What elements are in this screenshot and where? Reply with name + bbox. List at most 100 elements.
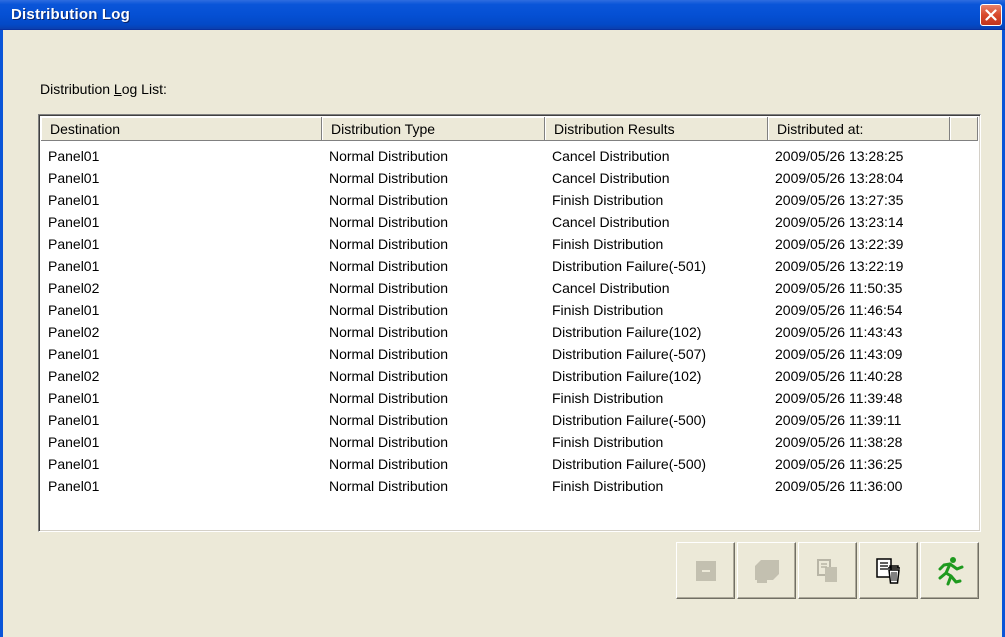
table-row[interactable]: Panel02 Normal Distribution Distribution F… [41, 365, 978, 387]
cell-distributed-at: 2009/05/26 11:46:54 [775, 302, 903, 318]
cell-destination: Panel02 [48, 368, 100, 384]
list-rows: Panel01 Normal Distribution Cancel Distrib… [41, 145, 978, 497]
cell-distributed-at: 2009/05/26 13:23:14 [775, 214, 904, 230]
close-button[interactable] [980, 4, 1002, 26]
list-header: Destination Distribution Type Distributi… [41, 117, 978, 141]
cell-distribution-type: Normal Distribution [329, 170, 449, 186]
cell-distributed-at: 2009/05/26 11:43:43 [775, 324, 903, 340]
table-row[interactable]: Panel01 Normal Distribution Finish Distrib… [41, 189, 978, 211]
close-icon [985, 9, 997, 21]
cell-destination: Panel01 [48, 214, 100, 230]
cell-distributed-at: 2009/05/26 13:27:35 [775, 192, 904, 208]
cell-distribution-type: Normal Distribution [329, 412, 449, 428]
cell-distribution-type: Normal Distribution [329, 390, 449, 406]
cell-destination: Panel01 [48, 346, 100, 362]
distribution-log-list[interactable]: Destination Distribution Type Distributi… [38, 114, 981, 532]
column-header-destination[interactable]: Destination [41, 117, 322, 141]
toolbar-button-monitor[interactable] [737, 542, 796, 599]
monitor-icon [754, 559, 779, 583]
minus-icon [695, 560, 716, 581]
cell-distribution-result: Finish Distribution [552, 236, 664, 252]
copy-document-icon [816, 558, 837, 582]
cell-destination: Panel01 [48, 236, 100, 252]
cell-distribution-result: Cancel Distribution [552, 214, 670, 230]
table-row[interactable]: Panel02 Normal Distribution Cancel Distrib… [41, 277, 978, 299]
table-row[interactable]: Panel01 Normal Distribution Finish Distrib… [41, 299, 978, 321]
cell-distribution-type: Normal Distribution [329, 478, 449, 494]
table-row[interactable]: Panel02 Normal Distribution Distribution F… [41, 321, 978, 343]
cell-distributed-at: 2009/05/26 11:36:00 [775, 478, 903, 494]
cell-destination: Panel01 [48, 170, 100, 186]
cell-distributed-at: 2009/05/26 11:40:28 [775, 368, 903, 384]
cell-destination: Panel01 [48, 192, 100, 208]
cell-distribution-result: Distribution Failure(-500) [552, 412, 707, 428]
cell-distribution-result: Distribution Failure(102) [552, 324, 702, 340]
toolbar-button-exit[interactable] [920, 542, 979, 599]
cell-distribution-result: Distribution Failure(-501) [552, 258, 707, 274]
table-row[interactable]: Panel01 Normal Distribution Cancel Distrib… [41, 211, 978, 233]
log-list-label: Distribution Log List: [40, 81, 167, 97]
log-list-label-prefix: Distribution [40, 81, 114, 97]
exit-running-man-icon [938, 556, 963, 585]
cell-distribution-result: Cancel Distribution [552, 170, 670, 186]
cell-distributed-at: 2009/05/26 11:39:48 [775, 390, 903, 406]
cell-distributed-at: 2009/05/26 11:36:25 [775, 456, 903, 472]
table-row[interactable]: Panel01 Normal Distribution Finish Distrib… [41, 387, 978, 409]
toolbar-button-delete[interactable] [859, 542, 918, 599]
cell-destination: Panel01 [48, 390, 100, 406]
cell-distribution-result: Finish Distribution [552, 192, 664, 208]
table-row[interactable]: Panel01 Normal Distribution Distribution F… [41, 453, 978, 475]
cell-destination: Panel01 [48, 148, 100, 164]
cell-distribution-result: Cancel Distribution [552, 280, 670, 296]
table-row[interactable]: Panel01 Normal Distribution Cancel Distrib… [41, 145, 978, 167]
window-frame-left [0, 30, 3, 637]
delete-log-icon [875, 557, 900, 584]
table-row[interactable]: Panel01 Normal Distribution Distribution F… [41, 409, 978, 431]
table-row[interactable]: Panel01 Normal Distribution Cancel Distrib… [41, 167, 978, 189]
cell-destination: Panel01 [48, 456, 100, 472]
cell-destination: Panel02 [48, 324, 100, 340]
window-title: Distribution Log [11, 6, 131, 23]
table-row[interactable]: Panel01 Normal Distribution Distribution F… [41, 343, 978, 365]
column-header-filler [950, 117, 978, 141]
column-header-distributed-at[interactable]: Distributed at: [768, 117, 950, 141]
cell-distributed-at: 2009/05/26 13:22:19 [775, 258, 904, 274]
cell-distributed-at: 2009/05/26 13:22:39 [775, 236, 904, 252]
cell-distribution-type: Normal Distribution [329, 214, 449, 230]
title-bar[interactable]: Distribution Log [0, 0, 1005, 30]
cell-distribution-type: Normal Distribution [329, 368, 449, 384]
log-list-label-mnemonic: L [113, 81, 122, 97]
column-header-distribution-type[interactable]: Distribution Type [322, 117, 545, 141]
cell-distribution-result: Finish Distribution [552, 434, 664, 450]
table-row[interactable]: Panel01 Normal Distribution Finish Distrib… [41, 233, 978, 255]
cell-distribution-type: Normal Distribution [329, 346, 449, 362]
cell-distribution-result: Finish Distribution [552, 302, 664, 318]
cell-distributed-at: 2009/05/26 13:28:25 [775, 148, 904, 164]
toolbar-button-copy[interactable] [798, 542, 857, 599]
cell-distribution-type: Normal Distribution [329, 456, 449, 472]
table-row[interactable]: Panel01 Normal Distribution Finish Distrib… [41, 431, 978, 453]
column-header-distribution-results[interactable]: Distribution Results [545, 117, 768, 141]
cell-distribution-type: Normal Distribution [329, 236, 449, 252]
cell-distributed-at: 2009/05/26 11:50:35 [775, 280, 903, 296]
log-list-label-suffix: og List: [121, 81, 167, 97]
cell-distribution-type: Normal Distribution [329, 280, 449, 296]
cell-distributed-at: 2009/05/26 11:39:11 [775, 412, 902, 428]
cell-distribution-result: Finish Distribution [552, 390, 664, 406]
cell-distribution-type: Normal Distribution [329, 148, 449, 164]
cell-distribution-type: Normal Distribution [329, 258, 449, 274]
cell-distribution-type: Normal Distribution [329, 192, 449, 208]
cell-distribution-result: Cancel Distribution [552, 148, 670, 164]
cell-distributed-at: 2009/05/26 11:38:28 [775, 434, 903, 450]
cell-distributed-at: 2009/05/26 11:43:09 [775, 346, 903, 362]
table-row[interactable]: Panel01 Normal Distribution Distribution F… [41, 255, 978, 277]
cell-distribution-result: Distribution Failure(-507) [552, 346, 707, 362]
cell-destination: Panel01 [48, 478, 100, 494]
cell-distribution-type: Normal Distribution [329, 324, 449, 340]
table-row[interactable]: Panel01 Normal Distribution Finish Distrib… [41, 475, 978, 497]
cell-destination: Panel01 [48, 412, 100, 428]
cell-distribution-type: Normal Distribution [329, 302, 449, 318]
cell-destination: Panel01 [48, 302, 100, 318]
toolbar-button-minus[interactable] [676, 542, 735, 599]
cell-distribution-type: Normal Distribution [329, 434, 449, 450]
